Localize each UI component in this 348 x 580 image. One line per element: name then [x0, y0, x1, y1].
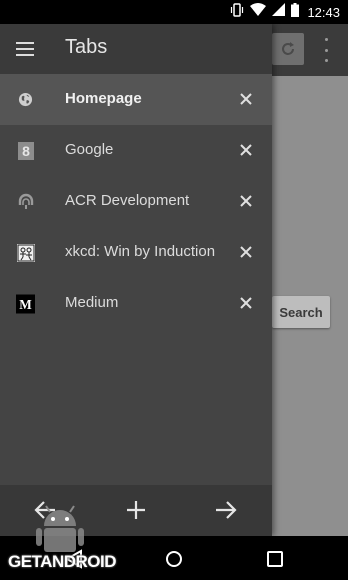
- tab-label: Homepage: [65, 90, 142, 107]
- svg-text:8: 8: [22, 143, 30, 159]
- tab-label: xkcd: Win by Induction: [65, 243, 216, 260]
- drawer-title: Tabs: [65, 36, 108, 58]
- tab-item-xkcd[interactable]: xkcd: Win by Induction: [0, 227, 272, 278]
- globe-icon: [16, 90, 35, 109]
- vibrate-icon: [230, 2, 244, 22]
- refresh-icon: [282, 42, 294, 55]
- status-bar: 12:43: [0, 0, 348, 24]
- close-icon[interactable]: [236, 191, 256, 211]
- drawer-header: Tabs: [0, 24, 272, 74]
- tab-label: ACR Development: [65, 192, 190, 209]
- arrow-left-icon[interactable]: [32, 497, 58, 523]
- xkcd-icon: [16, 243, 35, 262]
- tab-item-acr-development[interactable]: ACR Development: [0, 176, 272, 227]
- close-icon[interactable]: [236, 293, 256, 313]
- clock: 12:43: [307, 4, 340, 20]
- google-icon: 8: [16, 141, 35, 160]
- tab-label: Google: [65, 141, 114, 158]
- refresh-button[interactable]: [272, 33, 304, 65]
- system-nav-bar: [0, 536, 348, 580]
- tab-item-google[interactable]: 8 Google: [0, 125, 272, 176]
- nav-recents-icon[interactable]: [264, 548, 286, 570]
- close-icon[interactable]: [236, 242, 256, 262]
- tabs-drawer: Tabs Homepage 8 Google ACR Development x…: [0, 24, 272, 536]
- close-icon[interactable]: [236, 89, 256, 109]
- tab-item-homepage[interactable]: Homepage: [0, 74, 272, 125]
- medium-icon: M: [16, 294, 35, 313]
- drawer-bottom-bar: [0, 485, 272, 536]
- overflow-menu-icon[interactable]: [318, 38, 334, 62]
- nav-back-icon[interactable]: [63, 548, 85, 570]
- svg-text:M: M: [19, 296, 32, 311]
- wifi-icon: [250, 2, 267, 22]
- nav-home-icon[interactable]: [163, 548, 185, 570]
- hamburger-icon[interactable]: [16, 42, 34, 56]
- status-icons: 12:43: [230, 2, 340, 22]
- tab-item-medium[interactable]: M Medium: [0, 278, 272, 329]
- tab-list: Homepage 8 Google ACR Development xkcd: …: [0, 74, 272, 329]
- acr-icon: [16, 192, 35, 211]
- search-button[interactable]: Search: [272, 296, 330, 328]
- plus-icon[interactable]: [123, 497, 149, 523]
- arrow-right-icon[interactable]: [213, 497, 239, 523]
- signal-icon: [272, 3, 286, 21]
- battery-icon: [291, 2, 300, 22]
- close-icon[interactable]: [236, 140, 256, 160]
- tab-label: Medium: [65, 294, 119, 311]
